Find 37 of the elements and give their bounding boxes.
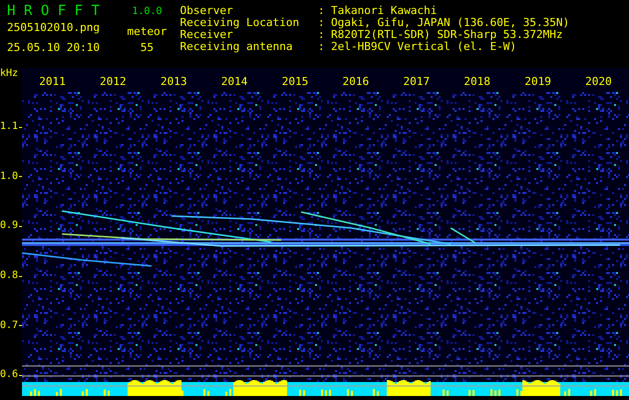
info-value: Takanori Kawachi	[331, 5, 437, 17]
year-label: 2018	[464, 75, 490, 88]
year-label: 2015	[282, 75, 308, 88]
year-label: 2016	[342, 75, 370, 88]
colon: :	[318, 17, 326, 29]
version-label: 1.0.0	[132, 6, 162, 18]
year-label: 2011	[39, 75, 66, 88]
colon: :	[318, 29, 326, 41]
info-value: 2el-HB9CV Vertical (el. E-W)	[331, 41, 516, 53]
date-time: 25.05.10 20:10	[7, 42, 100, 54]
axis-label: 0.7	[0, 320, 18, 332]
count-label: meteor	[127, 26, 167, 38]
info-label: Observer	[180, 5, 234, 17]
app-title: H R O F F T	[7, 2, 101, 20]
colon: :	[318, 5, 326, 17]
info-value: R820T2(RTL-SDR) SDR-Sharp 53.372MHz	[331, 29, 563, 41]
info-label: Receiving Location	[180, 17, 300, 29]
year-label: 2014	[221, 75, 248, 88]
axis-label: 0.8	[0, 270, 18, 282]
tick-mark	[19, 325, 22, 326]
axis-unit: kHz	[0, 68, 18, 82]
axis-label: 1.1	[0, 121, 18, 134]
year-label: 2013	[160, 75, 187, 88]
info-value: Ogaki, Gifu, JAPAN (136.60E, 35.35N)	[331, 17, 570, 29]
year-label: 2019	[524, 75, 552, 88]
axis-label: 0.6	[0, 369, 18, 382]
year-label: 2012	[100, 75, 126, 88]
meteor-count: 55	[140, 42, 154, 54]
tick-mark	[19, 226, 22, 227]
colon: :	[318, 41, 326, 53]
file-name: 2505102010.png	[7, 22, 100, 34]
info-label: Receiver	[180, 29, 233, 41]
year-label: 2020	[585, 75, 612, 88]
info-label: Receiving antenna	[180, 41, 294, 53]
axis-label: 1.0	[0, 170, 18, 183]
axis-label: 0.9	[0, 220, 18, 232]
year-label: 2017	[403, 75, 430, 88]
